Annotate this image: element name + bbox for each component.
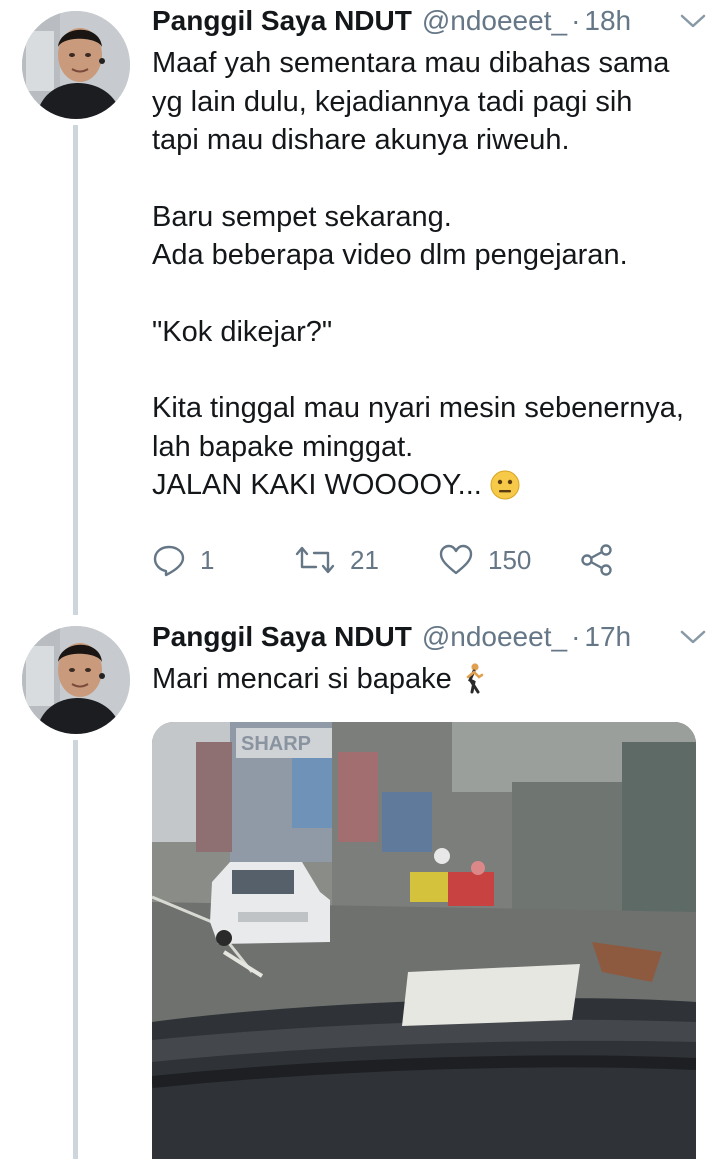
- user-handle[interactable]: @ndoeeet_: [422, 620, 567, 654]
- timestamp[interactable]: 17h: [584, 620, 631, 654]
- avatar[interactable]: [22, 626, 130, 734]
- tweet-line: Ada beberapa video dlm pengejaran.: [152, 239, 628, 271]
- timestamp[interactable]: 18h: [584, 4, 631, 38]
- like-icon[interactable]: [438, 543, 474, 577]
- reply-icon[interactable]: [152, 543, 186, 577]
- tweet[interactable]: Panggil Saya NDUT @ndoeeet_ · 17h Mari m…: [152, 620, 708, 705]
- separator-dot: ·: [571, 621, 581, 652]
- tweet-line: lah bapake minggat.: [152, 430, 414, 463]
- tweet-header: Panggil Saya NDUT @ndoeeet_ · 17h: [152, 620, 708, 654]
- tweet[interactable]: Panggil Saya NDUT @ndoeeet_ · 18h Maaf y…: [152, 4, 708, 511]
- retweet-action[interactable]: 21: [294, 543, 379, 577]
- user-handle[interactable]: @ndoeeet_: [422, 4, 567, 38]
- tweet-line: JALAN KAKI WOOOOY...: [152, 469, 482, 501]
- tweet-text: Mari mencari si bapake: [152, 660, 708, 705]
- tweet-header: Panggil Saya NDUT @ndoeeet_ · 18h: [152, 4, 708, 38]
- tweet-line: Mari mencari si bapake: [152, 663, 452, 695]
- tweet-line: Maaf yah sementara mau dibahas sama: [152, 47, 670, 79]
- tweet-text: Maaf yah sementara mau dibahas sama yg l…: [152, 44, 708, 511]
- separator-dot: ·: [571, 5, 581, 36]
- thread-line: [73, 125, 78, 615]
- tweet-line-last: JALAN KAKI WOOOOY...: [152, 466, 708, 511]
- tweet-actions: 1 21 150: [152, 543, 622, 583]
- tweet-line: tapi mau dishare akunya riweuh.: [152, 124, 570, 156]
- display-name[interactable]: Panggil Saya NDUT: [152, 620, 412, 654]
- share-icon[interactable]: [580, 543, 614, 577]
- share-action[interactable]: [580, 543, 614, 577]
- neutral-face-emoji: [490, 470, 520, 511]
- tweet-line: Kita tinggal mau nyari mesin sebenernya,: [152, 392, 684, 424]
- thread-line: [73, 740, 78, 1159]
- person-walking-emoji: [460, 662, 486, 705]
- tweet-line: Baru sempet sekarang.: [152, 200, 452, 233]
- chevron-down-icon[interactable]: [678, 10, 708, 32]
- reply-count: 1: [200, 544, 215, 575]
- reply-action[interactable]: 1: [152, 543, 214, 577]
- display-name[interactable]: Panggil Saya NDUT: [152, 4, 412, 38]
- avatar[interactable]: [22, 11, 130, 119]
- retweet-icon[interactable]: [294, 543, 336, 577]
- retweet-count: 21: [350, 544, 379, 575]
- tweet-line: yg lain dulu, kejadiannya tadi pagi sih: [152, 85, 633, 118]
- like-action[interactable]: 150: [438, 543, 531, 577]
- tweet-line: "Kok dikejar?": [152, 315, 333, 348]
- tweet-line-last: Mari mencari si bapake: [152, 660, 708, 705]
- video-thumbnail[interactable]: SHARP: [152, 722, 696, 1159]
- like-count: 150: [488, 544, 532, 575]
- billboard-sign: SHARP: [241, 733, 311, 755]
- chevron-down-icon[interactable]: [678, 626, 708, 648]
